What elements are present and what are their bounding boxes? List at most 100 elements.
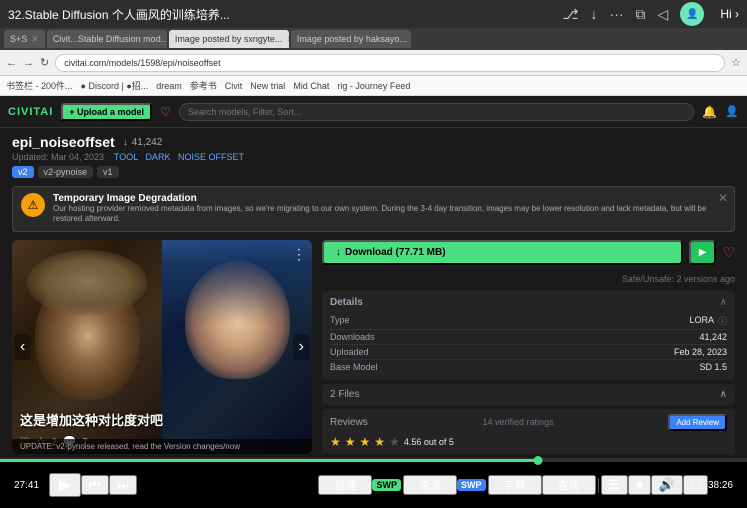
download-label: Download (77.71 MB) <box>345 247 446 258</box>
details-chevron[interactable]: ∧ <box>720 297 727 308</box>
speed-btn[interactable]: 倍速 <box>318 475 372 495</box>
tab-1-close[interactable]: ✕ <box>31 34 39 45</box>
files-chevron[interactable]: ∧ <box>720 389 727 400</box>
tag-pynoise[interactable]: v2-pynoise <box>38 166 94 178</box>
notif-close-btn[interactable]: ✕ <box>718 191 728 205</box>
search-input[interactable] <box>179 103 695 121</box>
hi-label[interactable]: Hi › <box>720 7 739 21</box>
progress-dot <box>533 456 542 465</box>
detail-downloads-key: Downloads <box>330 332 375 342</box>
bookmark-btn[interactable]: ☆ <box>731 56 741 69</box>
image-more-btn[interactable]: ⋮ <box>292 246 306 263</box>
star-3: ★ <box>360 435 371 449</box>
notification-icon[interactable]: 🔔 <box>702 105 717 119</box>
more-icon[interactable]: ··· <box>610 6 624 22</box>
audio-icon[interactable]: ◁ <box>658 6 669 23</box>
versions-text: Safe/Unsafe: 2 versions ago <box>622 274 735 284</box>
tab-2[interactable]: Civit...Stable Diffusion mod... ✕ <box>47 30 167 48</box>
pip-icon[interactable]: ⧉ <box>636 6 646 23</box>
heart-icon[interactable]: ♡ <box>160 105 171 119</box>
search-btn[interactable]: 查找 <box>542 475 596 495</box>
subtitle-btn[interactable]: 字幕 <box>488 475 542 495</box>
play-pause-btn[interactable]: ▶ <box>49 473 81 497</box>
detail-basemodel-key: Base Model <box>330 362 378 372</box>
prev-chapter-btn[interactable]: ⏮ <box>81 475 109 495</box>
back-btn[interactable]: ← <box>6 57 17 69</box>
progress-bar[interactable] <box>0 459 747 462</box>
info-icon[interactable]: ⓘ <box>718 314 727 327</box>
prev-image-btn[interactable]: ‹ <box>14 334 31 360</box>
civitai-header: CIVITAI + Upload a model ♡ 🔔 👤 <box>0 96 747 128</box>
detail-uploaded-val: Feb 28, 2023 <box>674 347 727 357</box>
quality-group: SWP 高清 <box>372 475 457 495</box>
star-1: ★ <box>330 435 341 449</box>
details-panel: ↓ Download (77.71 MB) ▶ ♡ Safe/Unsafe: 2… <box>322 240 735 454</box>
tab-4[interactable]: Image posted by haksayo... ✕ <box>291 30 411 48</box>
time-total: 38:26 <box>708 480 733 491</box>
image-container: ‹ › 这是增加这种对比度对吧 ⋮ ♡ ☆ 2 💬 7 UPDATE: v2-p… <box>12 240 312 454</box>
bookmark-8[interactable]: rig - Journey Feed <box>337 81 410 91</box>
model-tab-tool[interactable]: TOOL <box>114 152 138 162</box>
quality-btn[interactable]: 高清 <box>403 475 457 495</box>
reviews-count: 14 verified ratings <box>483 417 554 427</box>
detail-uploaded-key: Uploaded <box>330 347 369 357</box>
detail-downloads-val: 41,242 <box>699 332 727 342</box>
files-section: 2 Files ∧ <box>322 384 735 405</box>
upload-model-btn[interactable]: + Upload a model <box>61 103 152 121</box>
download-btn[interactable]: ↓ Download (77.71 MB) <box>322 240 683 265</box>
model-header: epi_noiseoffset ↓ 41,242 Updated: Mar 04… <box>0 128 747 182</box>
star-4: ★ <box>374 435 385 449</box>
details-label: Details <box>330 297 363 308</box>
page-content: epi_noiseoffset ↓ 41,242 Updated: Mar 04… <box>0 128 747 458</box>
favorite-btn[interactable]: ♡ <box>722 244 735 261</box>
content-area: ‹ › 这是增加这种对比度对吧 ⋮ ♡ ☆ 2 💬 7 UPDATE: v2-p… <box>0 236 747 458</box>
main-content: CIVITAI + Upload a model ♡ 🔔 👤 epi_noise… <box>0 96 747 458</box>
model-tab-noise[interactable]: NOISE OFFSET <box>178 152 244 162</box>
refresh-btn[interactable]: ↻ <box>40 56 49 69</box>
menu-btn[interactable]: ☰ <box>601 475 629 495</box>
model-name: epi_noiseoffset <box>12 134 115 150</box>
bookmark-4[interactable]: 参考书 <box>190 79 217 92</box>
tab-3[interactable]: Image posted by sxngyte... ✕ <box>169 30 289 48</box>
star-5: ★ <box>389 435 400 449</box>
forward-btn[interactable]: → <box>23 57 34 69</box>
volume-btn[interactable]: 🔊 <box>651 475 683 495</box>
avatar[interactable]: 👤 <box>680 2 704 26</box>
bookmark-5[interactable]: Civit <box>225 81 243 91</box>
subtitle-badge: SWP <box>457 479 486 491</box>
tab-3-close[interactable]: ✕ <box>286 34 288 45</box>
star-2: ★ <box>345 435 356 449</box>
reviews-section: Reviews 14 verified ratings Add Review ★… <box>322 409 735 454</box>
play-btn[interactable]: ▶ <box>689 240 717 265</box>
tag-v2[interactable]: v2 <box>12 166 34 178</box>
tab-1[interactable]: S+S ✕ <box>4 30 45 48</box>
detail-downloads-row: Downloads 41,242 <box>330 330 727 345</box>
bookmark-6[interactable]: New trial <box>250 81 285 91</box>
rating-text: 4.56 out of 5 <box>404 437 454 447</box>
bookmark-1[interactable]: 书签栏 - 200件... <box>6 79 73 92</box>
add-review-btn[interactable]: Add Review <box>668 414 727 431</box>
next-chapter-btn[interactable]: ⏭ <box>109 475 137 495</box>
model-meta: Updated: Mar 04, 2023 TOOL DARK NOISE OF… <box>12 152 735 162</box>
bookmark-7[interactable]: Mid Chat <box>293 81 329 91</box>
subtitle-group: SWP 字幕 <box>457 475 542 495</box>
model-tab-dark[interactable]: DARK <box>145 152 170 162</box>
bookmark-2[interactable]: ● Discord | ●招... <box>81 79 149 92</box>
model-updated: Updated: Mar 04, 2023 <box>12 152 104 162</box>
download-icon[interactable]: ↓ <box>591 6 598 22</box>
next-image-btn[interactable]: › <box>293 334 310 360</box>
user-icon[interactable]: 👤 <box>725 105 739 118</box>
share-icon[interactable]: ⎇ <box>562 6 578 23</box>
fullscreen-btn[interactable]: ⛶ <box>683 475 708 495</box>
window-title: 32.Stable Diffusion 个人画风的训练培养... <box>8 6 562 23</box>
title-bar: 32.Stable Diffusion 个人画风的训练培养... ⎇ ↓ ···… <box>0 0 747 28</box>
address-input[interactable] <box>55 54 725 72</box>
detail-type-row: Type LORA ⓘ <box>330 312 727 330</box>
civitai-logo: CIVITAI <box>8 106 53 118</box>
detail-uploaded-row: Uploaded Feb 28, 2023 <box>330 345 727 360</box>
bookmark-3[interactable]: dream <box>156 81 182 91</box>
record-btn[interactable]: ⏺ <box>628 475 651 495</box>
download-icon: ↓ <box>336 247 341 258</box>
download-section: ↓ Download (77.71 MB) ▶ ♡ <box>322 240 735 265</box>
tag-v1[interactable]: v1 <box>97 166 119 178</box>
